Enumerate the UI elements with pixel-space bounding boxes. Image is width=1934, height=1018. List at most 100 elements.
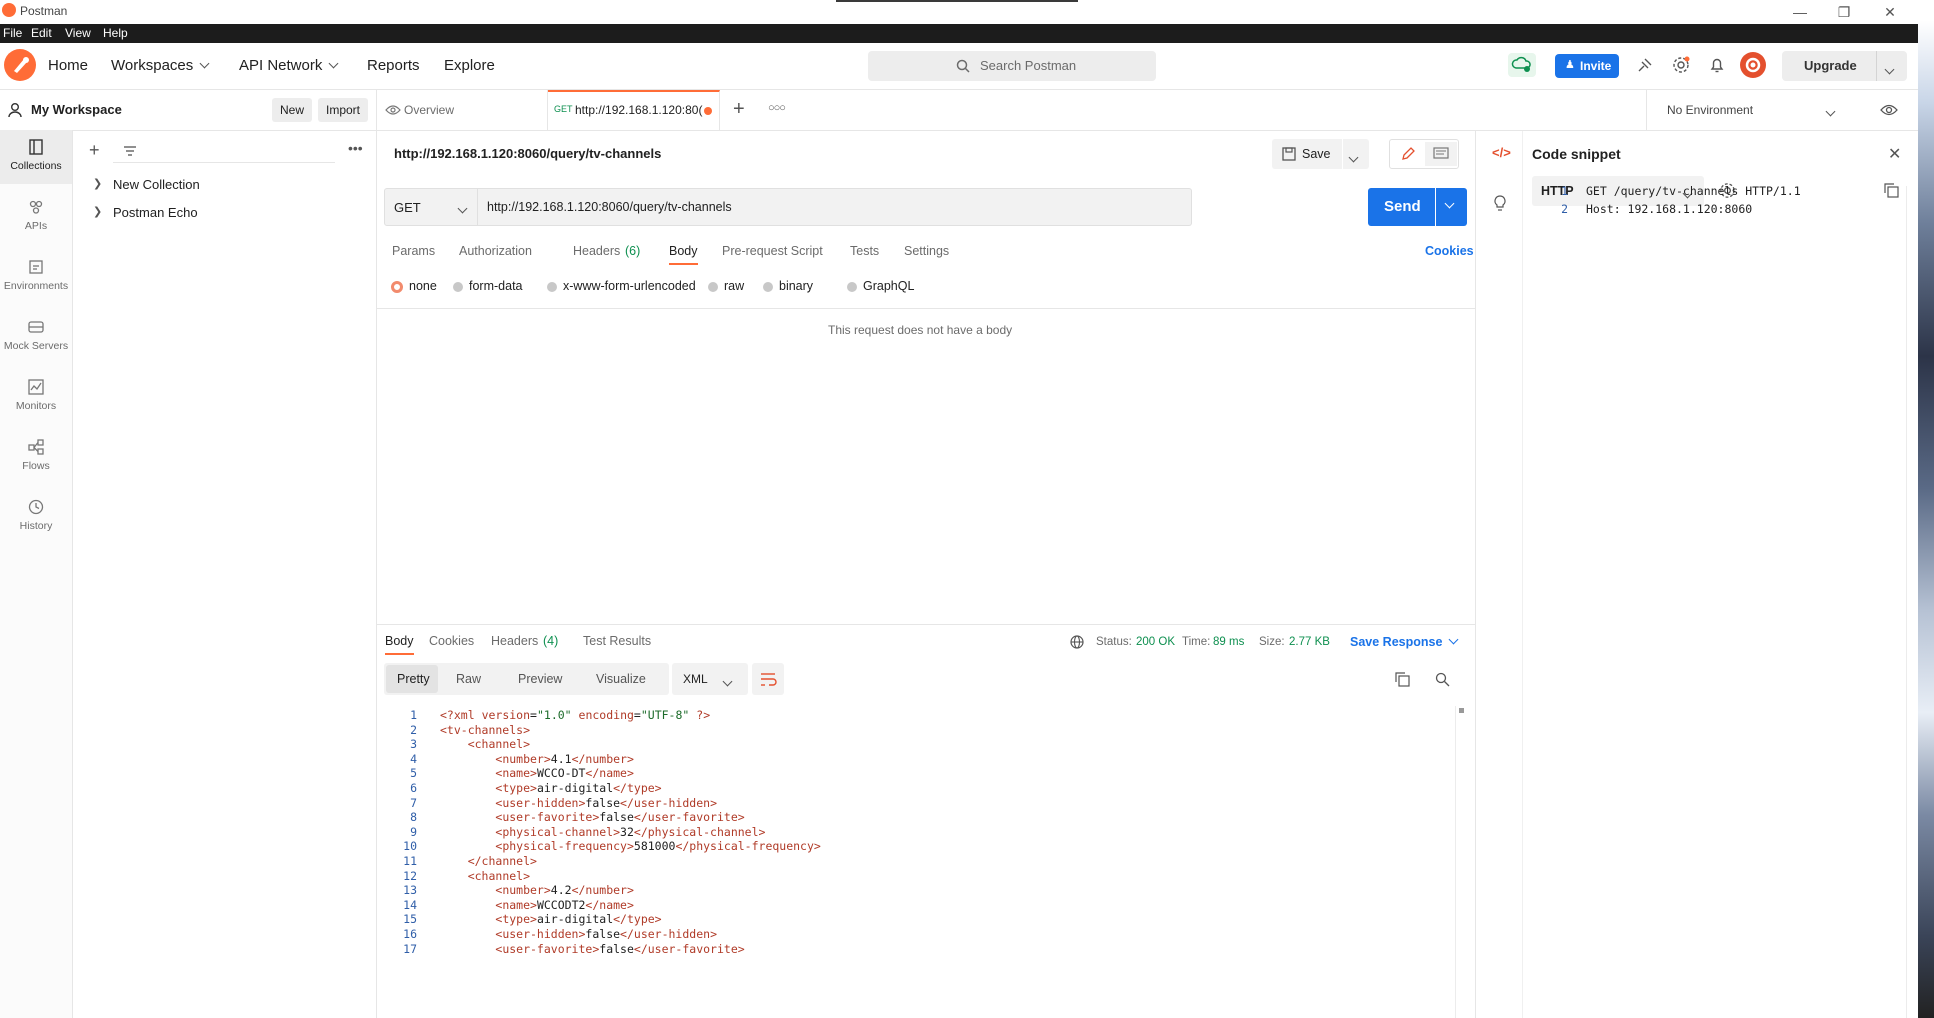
line-number: 10: [403, 839, 417, 854]
time-label: Time:: [1182, 636, 1211, 648]
more-options-icon[interactable]: •••: [348, 140, 363, 156]
response-body-code[interactable]: 1 <?xml version="1.0" encoding="UTF-8" ?>…: [377, 706, 1457, 1018]
close-icon[interactable]: ✕: [1888, 144, 1901, 164]
nav-api-network[interactable]: API Network: [239, 57, 339, 74]
radio-binary[interactable]: binary: [763, 279, 813, 293]
radio-none[interactable]: none: [391, 279, 437, 293]
new-tab-icon[interactable]: +: [733, 98, 745, 121]
search-input[interactable]: Search Postman: [868, 51, 1156, 81]
view-mode-preview[interactable]: Preview: [518, 672, 562, 686]
upgrade-button[interactable]: Upgrade: [1782, 51, 1886, 81]
add-collection-icon[interactable]: +: [89, 140, 100, 161]
line-number: 12: [403, 868, 417, 883]
tab-active-request[interactable]: GET http://192.168.1.120:80(: [548, 90, 720, 130]
radio-icon: [547, 281, 557, 292]
search-response-icon[interactable]: [1435, 672, 1450, 687]
menu-view[interactable]: View: [65, 26, 91, 40]
sidebar-item-history[interactable]: History: [0, 490, 72, 544]
radio-label: form-data: [469, 279, 523, 293]
comments-icon[interactable]: [1425, 142, 1457, 166]
tab-headers[interactable]: Headers: [573, 244, 620, 258]
menu-edit[interactable]: Edit: [31, 26, 52, 40]
settings-gear-icon[interactable]: [1672, 56, 1690, 74]
menu-file[interactable]: File: [3, 26, 22, 40]
avatar[interactable]: [1740, 52, 1766, 78]
list-item[interactable]: ❯ Postman Echo: [73, 202, 373, 224]
upgrade-dropdown-button[interactable]: [1876, 51, 1907, 81]
wrap-lines-button[interactable]: [752, 663, 784, 695]
sidebar-item-mock-servers[interactable]: Mock Servers: [0, 310, 72, 364]
close-window-icon[interactable]: ✕: [1872, 2, 1908, 22]
menu-help[interactable]: Help: [103, 26, 128, 40]
code-icon[interactable]: </>: [1492, 145, 1511, 160]
nav-home[interactable]: Home: [48, 57, 88, 74]
filter-input[interactable]: [113, 140, 335, 163]
sidebar-item-monitors[interactable]: Monitors: [0, 370, 72, 424]
url-input[interactable]: http://192.168.1.120:8060/query/tv-chann…: [478, 188, 1192, 226]
sidebar-item-collections[interactable]: Collections: [0, 130, 72, 184]
collection-name: Postman Echo: [113, 205, 198, 220]
request-title[interactable]: http://192.168.1.120:8060/query/tv-chann…: [394, 146, 661, 161]
save-button[interactable]: Save: [1272, 139, 1342, 169]
minimize-icon[interactable]: —: [1782, 2, 1818, 22]
save-dropdown-button[interactable]: [1343, 139, 1369, 169]
size-label: Size:: [1259, 636, 1285, 648]
sync-status-icon[interactable]: [1508, 53, 1536, 77]
nav-reports[interactable]: Reports: [367, 57, 420, 74]
scrollbar[interactable]: [1455, 706, 1468, 1018]
send-button[interactable]: Send: [1368, 188, 1435, 226]
tab-response-body[interactable]: Body: [385, 634, 414, 655]
workspace-name[interactable]: My Workspace: [31, 102, 122, 117]
environment-selector[interactable]: No Environment: [1646, 90, 1847, 130]
new-button[interactable]: New: [272, 98, 312, 122]
nav-workspaces[interactable]: Workspaces: [111, 57, 210, 74]
sidebar-item-flows[interactable]: Flows: [0, 430, 72, 484]
line-number: 11: [403, 854, 417, 868]
divider: [377, 308, 1475, 309]
view-mode-visualize[interactable]: Visualize: [596, 672, 646, 686]
sidebar-item-apis[interactable]: APIs: [0, 190, 72, 244]
import-button[interactable]: Import: [318, 98, 368, 122]
invite-button[interactable]: ♟ Invite: [1555, 54, 1619, 78]
tab-body[interactable]: Body: [669, 244, 698, 265]
restore-icon[interactable]: ❐: [1826, 2, 1862, 22]
radio-raw[interactable]: raw: [708, 279, 744, 293]
tab-response-cookies[interactable]: Cookies: [429, 634, 474, 648]
notifications-bell-icon[interactable]: [1708, 56, 1726, 74]
scrollbar-thumb[interactable]: [1459, 708, 1464, 713]
tab-test-results[interactable]: Test Results: [583, 634, 651, 648]
code-line: <user-favorite>false</user-favorite>: [495, 941, 745, 956]
tab-overview[interactable]: Overview: [377, 90, 548, 130]
collections-icon: [29, 139, 43, 155]
snippet-code[interactable]: 1 2 GET /query/tv-channels HTTP/1.1 Host…: [1532, 184, 1892, 224]
tab-pre-request-script[interactable]: Pre-request Script: [722, 244, 823, 258]
radio-urlencoded[interactable]: x-www-form-urlencoded: [547, 279, 696, 293]
send-dropdown-button[interactable]: [1436, 188, 1467, 226]
postman-home-icon[interactable]: [4, 49, 36, 81]
environment-quick-look-icon[interactable]: [1880, 103, 1898, 117]
chevron-down-icon: [328, 58, 339, 69]
sidebar-item-environments[interactable]: Environments: [0, 250, 72, 304]
sidebar-item-label: Flows: [22, 460, 50, 472]
lightbulb-icon[interactable]: [1492, 194, 1508, 212]
tab-params[interactable]: Params: [392, 244, 435, 258]
method-select[interactable]: GET: [384, 188, 478, 226]
nav-explore[interactable]: Explore: [444, 57, 495, 74]
tab-tests[interactable]: Tests: [850, 244, 879, 258]
radio-graphql[interactable]: GraphQL: [847, 279, 914, 293]
view-mode-pretty[interactable]: Pretty: [386, 665, 438, 693]
list-item[interactable]: ❯ New Collection: [73, 174, 373, 196]
view-mode-raw[interactable]: Raw: [456, 672, 481, 686]
format-select[interactable]: XML: [672, 663, 748, 695]
edit-mode-icon[interactable]: [1392, 142, 1424, 166]
cookies-link[interactable]: Cookies: [1425, 244, 1474, 258]
globe-icon[interactable]: [1070, 635, 1084, 649]
tab-settings[interactable]: Settings: [904, 244, 949, 258]
radio-form-data[interactable]: form-data: [453, 279, 523, 293]
tab-response-headers[interactable]: Headers: [491, 634, 538, 648]
save-response-button[interactable]: Save Response: [1350, 634, 1459, 649]
satellite-icon[interactable]: [1636, 56, 1654, 74]
copy-response-icon[interactable]: [1395, 672, 1410, 687]
more-tabs-icon[interactable]: ○○○: [768, 102, 786, 114]
tab-authorization[interactable]: Authorization: [459, 244, 532, 258]
